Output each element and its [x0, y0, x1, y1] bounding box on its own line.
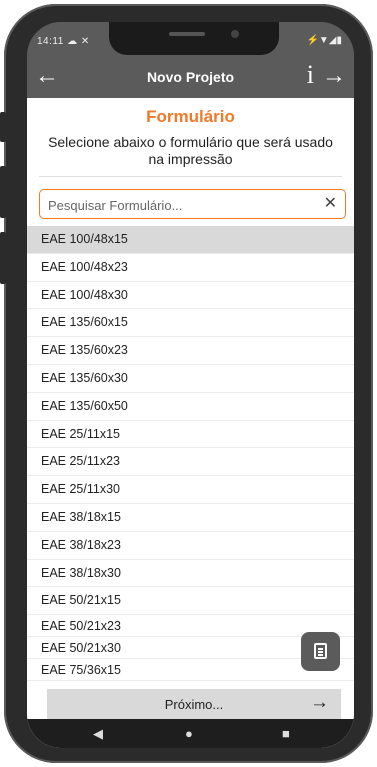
- next-button-label: Próximo...: [164, 697, 224, 712]
- divider: [39, 176, 342, 177]
- arrow-right-icon: →: [310, 692, 329, 713]
- nav-back-icon[interactable]: ◀: [93, 726, 103, 742]
- status-icons: ⚡▼◢▮: [306, 35, 342, 46]
- nav-recents-icon[interactable]: ■: [282, 726, 290, 741]
- list-item[interactable]: EAE 38/18x15: [27, 504, 354, 532]
- phone-side-button: [0, 112, 6, 142]
- page-title: Novo Projeto: [146, 69, 235, 85]
- form-list: EAE 100/48x15 EAE 100/48x23 EAE 100/48x30 E…: [27, 226, 354, 682]
- camera-notch: [109, 22, 279, 55]
- search-input[interactable]: [46, 194, 310, 216]
- list-item[interactable]: EAE 135/60x23: [27, 337, 354, 365]
- system-nav-bar: ◀ ● ■: [27, 719, 354, 748]
- list-item[interactable]: EAE 100/48x15: [27, 226, 354, 254]
- document-icon: [314, 643, 327, 659]
- list-item[interactable]: EAE 135/60x15: [27, 309, 354, 338]
- search-box: ✕: [39, 189, 346, 219]
- section-subtitle: Selecione abaixo o formulário que será u…: [48, 134, 333, 167]
- list-item[interactable]: EAE 25/11x23: [27, 448, 354, 477]
- list-item[interactable]: EAE 38/18x30: [27, 560, 354, 588]
- forward-arrow-icon[interactable]: →: [322, 62, 346, 90]
- list-item[interactable]: EAE 100/48x30: [27, 282, 354, 310]
- info-icon[interactable]: i: [307, 60, 314, 90]
- nav-home-icon[interactable]: ●: [185, 726, 193, 741]
- section-title: Formulário: [146, 107, 235, 126]
- speaker: [169, 32, 205, 36]
- list-item[interactable]: EAE 135/60x30: [27, 365, 354, 393]
- list-item[interactable]: EAE 135/60x50: [27, 393, 354, 421]
- phone-screen: 14:11 ☁ ✕ ⚡▼◢▮ ← Novo Projeto i → Formul…: [27, 22, 354, 748]
- list-item[interactable]: EAE 100/48x23: [27, 254, 354, 282]
- list-item[interactable]: EAE 38/18x23: [27, 532, 354, 560]
- list-item[interactable]: EAE 25/11x15: [27, 421, 354, 449]
- app-bar: ← Novo Projeto i →: [27, 58, 354, 98]
- status-time: 14:11 ☁ ✕: [37, 36, 90, 47]
- phone-side-button: [0, 232, 6, 284]
- list-item[interactable]: EAE 50/21x15: [27, 587, 354, 616]
- next-button[interactable]: Próximo... →: [47, 689, 341, 720]
- document-fab-button[interactable]: [301, 632, 340, 671]
- camera: [231, 30, 239, 38]
- main-content: Formulário Selecione abaixo o formulário…: [27, 98, 354, 748]
- phone-side-button: [0, 166, 6, 218]
- clear-icon[interactable]: ✕: [324, 193, 337, 213]
- list-item[interactable]: EAE 25/11x30: [27, 476, 354, 504]
